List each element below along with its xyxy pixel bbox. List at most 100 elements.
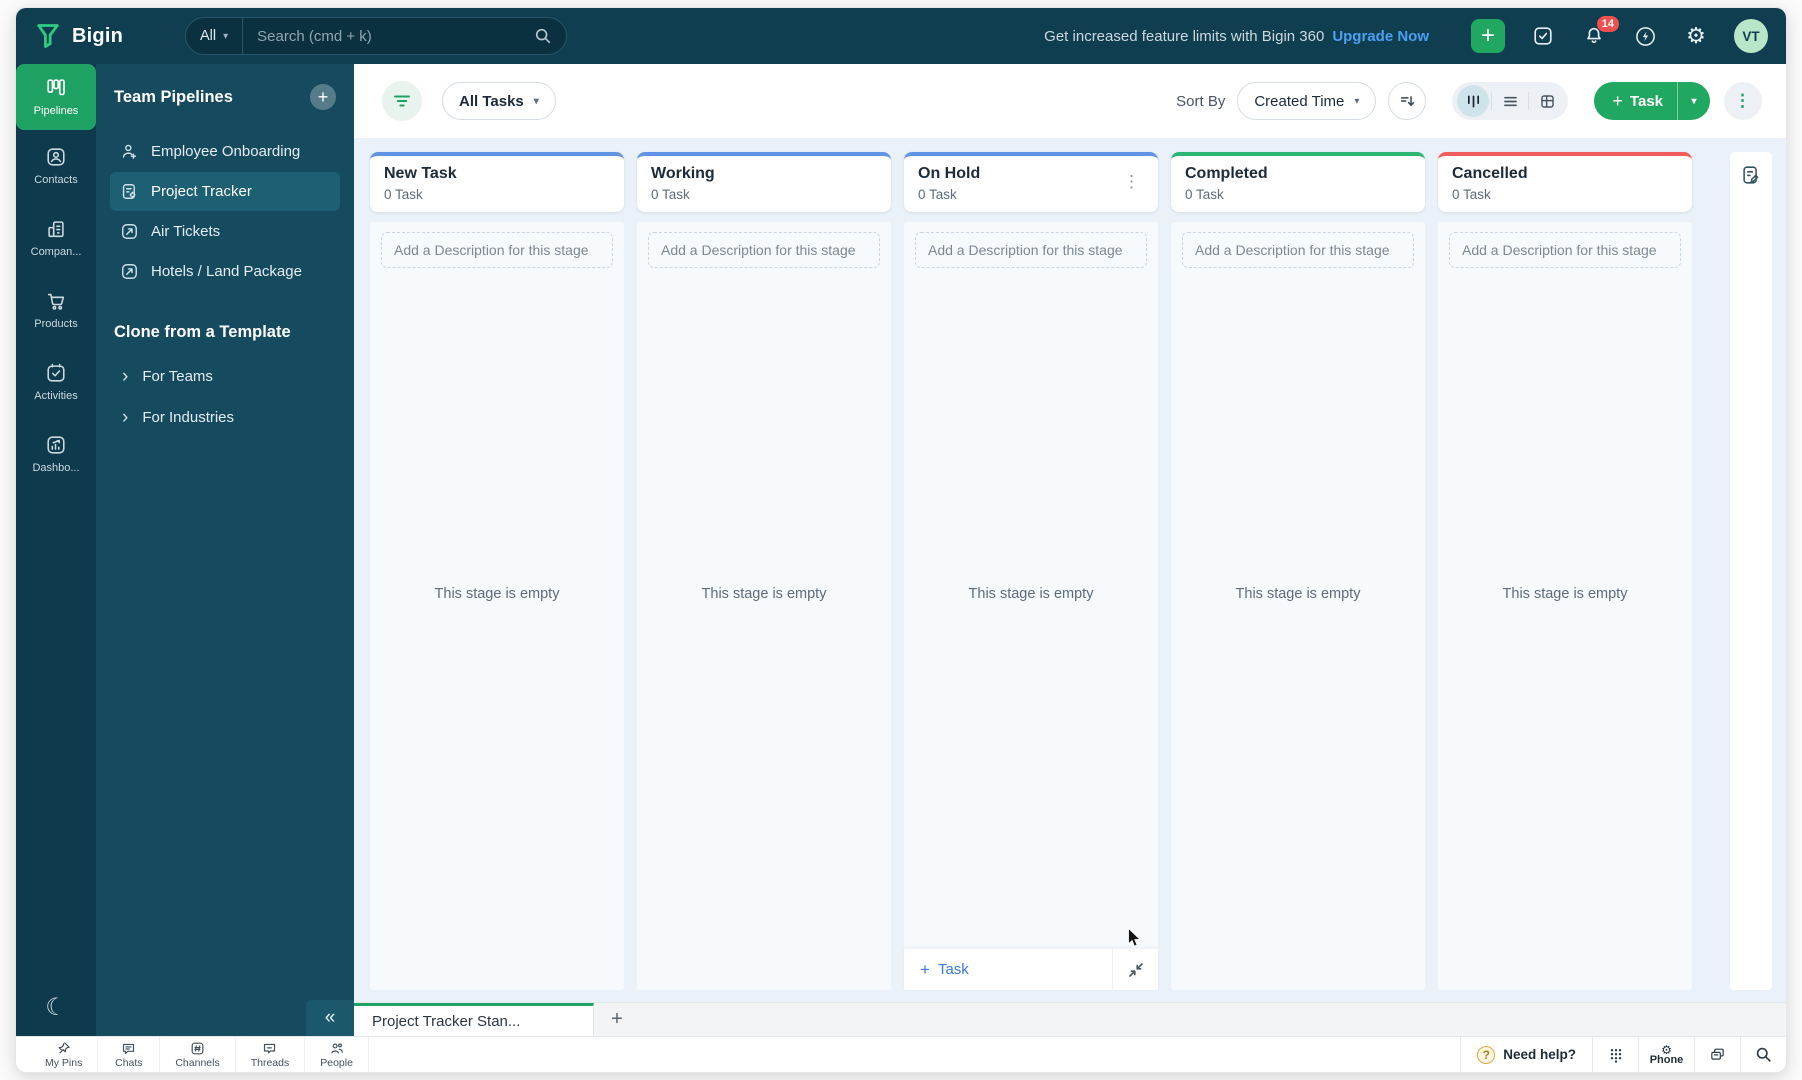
sidebar-item-hotels-land-package[interactable]: Hotels / Land Package xyxy=(110,252,340,291)
stage-menu-button[interactable]: ⋮ xyxy=(1117,170,1146,194)
windows-stack-button[interactable] xyxy=(1694,1037,1740,1072)
sidebar-item-employee-onboarding[interactable]: Employee Onboarding xyxy=(110,132,340,171)
stage-description-input[interactable]: Add a Description for this stage xyxy=(915,232,1147,268)
add-task-dropdown[interactable]: ▾ xyxy=(1678,96,1710,107)
stage-column-working: Working 0 Task Add a Description for thi… xyxy=(637,152,891,990)
stage-header[interactable]: On Hold 0 Task ⋮ xyxy=(904,152,1158,212)
plus-icon: + xyxy=(920,959,930,979)
global-search[interactable]: All ▾ xyxy=(185,17,567,55)
dock-label: My Pins xyxy=(45,1056,83,1069)
dialpad-button[interactable] xyxy=(1592,1037,1638,1072)
task-filter-value: All Tasks xyxy=(459,92,524,110)
sort-descending-icon xyxy=(1398,92,1416,110)
stage-header[interactable]: Cancelled 0 Task xyxy=(1438,152,1692,212)
dock-spacer xyxy=(369,1037,1460,1072)
settings-gear-icon[interactable]: ⚙ xyxy=(1683,23,1709,49)
plus-icon: + xyxy=(317,87,329,107)
stage-description-input[interactable]: Add a Description for this stage xyxy=(381,232,613,268)
upgrade-now-link[interactable]: Upgrade Now xyxy=(1332,28,1429,45)
stage-column-new-task: New Task 0 Task Add a Description for th… xyxy=(370,152,624,990)
brand-name: Bigin xyxy=(72,24,123,47)
dock-search-button[interactable] xyxy=(1740,1037,1786,1072)
search-input[interactable] xyxy=(243,27,534,45)
view-separator xyxy=(1528,92,1530,110)
rail-item-pipelines[interactable]: Pipelines xyxy=(16,64,96,130)
sort-by-label: Sort By xyxy=(1176,92,1226,110)
search-scope-value: All xyxy=(200,28,217,44)
stage-add-task-button[interactable]: + Task xyxy=(904,949,1112,990)
tab-label: Project Tracker Stan... xyxy=(372,1012,521,1030)
cart-icon xyxy=(45,290,67,312)
kanban-view-button[interactable] xyxy=(1457,85,1490,117)
sidebar-collapse-button[interactable]: « xyxy=(306,1000,354,1036)
list-view-button[interactable] xyxy=(1494,85,1526,117)
add-pipeline-button[interactable]: + xyxy=(310,84,336,110)
clone-item-for-industries[interactable]: › For Industries xyxy=(110,397,340,438)
dock-item-my-pins[interactable]: My Pins xyxy=(30,1037,99,1072)
sheet-view-button[interactable] xyxy=(1531,85,1563,117)
user-avatar[interactable]: VT xyxy=(1734,19,1768,53)
dock-item-threads[interactable]: Threads xyxy=(236,1037,306,1072)
brand-logo[interactable]: Bigin xyxy=(34,22,123,50)
chevron-down-icon: ▾ xyxy=(1691,95,1697,107)
add-task-button[interactable]: + Task ▾ xyxy=(1594,82,1710,120)
filter-button[interactable] xyxy=(382,81,422,121)
phone-settings-button[interactable]: ⚙ Phone xyxy=(1638,1037,1694,1072)
stage-collapse-button[interactable] xyxy=(1112,949,1158,990)
stage-count: 0 Task xyxy=(651,187,690,202)
tasks-check-icon[interactable] xyxy=(1530,23,1556,49)
stage-header[interactable]: Working 0 Task xyxy=(637,152,891,212)
notifications-bell-icon[interactable]: 14 xyxy=(1581,16,1619,49)
chevron-down-icon: ▾ xyxy=(533,95,539,107)
sort-field-dropdown[interactable]: Created Time ▾ xyxy=(1237,82,1377,120)
rail-label: Activities xyxy=(34,390,78,402)
dock-item-chats[interactable]: Chats xyxy=(98,1037,161,1072)
stage-count: 0 Task xyxy=(918,187,957,202)
clone-item-for-teams[interactable]: › For Teams xyxy=(110,356,340,397)
sidebar-item-air-tickets[interactable]: Air Tickets xyxy=(110,212,340,251)
add-task-main[interactable]: + Task xyxy=(1594,91,1677,112)
stage-description-input[interactable]: Add a Description for this stage xyxy=(1182,232,1414,268)
rail-item-activities[interactable]: Activities xyxy=(16,346,96,418)
tab-project-tracker-standard[interactable]: Project Tracker Stan... xyxy=(354,1003,594,1036)
contact-icon xyxy=(45,146,67,168)
trend-arrow-icon xyxy=(120,222,139,241)
stage-header[interactable]: Completed 0 Task xyxy=(1171,152,1425,212)
user-plus-icon xyxy=(120,142,139,161)
notes-button[interactable] xyxy=(1740,164,1762,186)
rail-item-companies[interactable]: Compan... xyxy=(16,202,96,274)
night-mode-toggle[interactable]: ☾ xyxy=(16,993,96,1022)
dock-item-channels[interactable]: Channels xyxy=(160,1037,236,1072)
stage-column-on-hold: On Hold 0 Task ⋮ Add a Description for t… xyxy=(904,152,1158,990)
stage-title: New Task xyxy=(384,165,457,182)
rail-label: Products xyxy=(34,318,78,330)
promo-text: Get increased feature limits with Bigin … xyxy=(1044,27,1325,45)
add-subpipeline-button[interactable]: + xyxy=(594,1003,640,1036)
quick-add-button[interactable]: + xyxy=(1471,19,1505,53)
need-help-button[interactable]: ? Need help? xyxy=(1460,1037,1592,1072)
stage-description-input[interactable]: Add a Description for this stage xyxy=(1449,232,1681,268)
dock-item-people[interactable]: People xyxy=(305,1037,369,1072)
trend-arrow-icon xyxy=(120,262,139,281)
dock-label: Threads xyxy=(250,1056,290,1069)
stage-header[interactable]: New Task 0 Task xyxy=(370,152,624,212)
avatar-initials: VT xyxy=(1742,28,1760,44)
collapse-diagonal-icon xyxy=(1128,962,1144,978)
rail-item-contacts[interactable]: Contacts xyxy=(16,130,96,202)
stage-title: On Hold xyxy=(918,165,981,182)
board-more-menu[interactable]: ⋮ xyxy=(1724,82,1762,120)
pipeline-tabstrip: Project Tracker Stan... + xyxy=(354,1002,1786,1036)
search-scope-dropdown[interactable]: All ▾ xyxy=(186,18,244,54)
sort-direction-button[interactable] xyxy=(1388,82,1427,120)
stage-title: Working xyxy=(651,165,715,182)
rail-item-dashboards[interactable]: Dashbo... xyxy=(16,418,96,490)
zap-icon[interactable] xyxy=(1632,23,1658,49)
clone-template-title: Clone from a Template xyxy=(114,323,291,341)
rail-item-products[interactable]: Products xyxy=(16,274,96,346)
stage-description-input[interactable]: Add a Description for this stage xyxy=(648,232,880,268)
task-filter-dropdown[interactable]: All Tasks ▾ xyxy=(442,82,556,120)
add-task-label: Task xyxy=(1629,92,1663,110)
sidebar-item-project-tracker[interactable]: Project Tracker xyxy=(110,172,340,211)
rail-label: Dashbo... xyxy=(32,462,80,474)
plus-icon: + xyxy=(1480,22,1495,49)
